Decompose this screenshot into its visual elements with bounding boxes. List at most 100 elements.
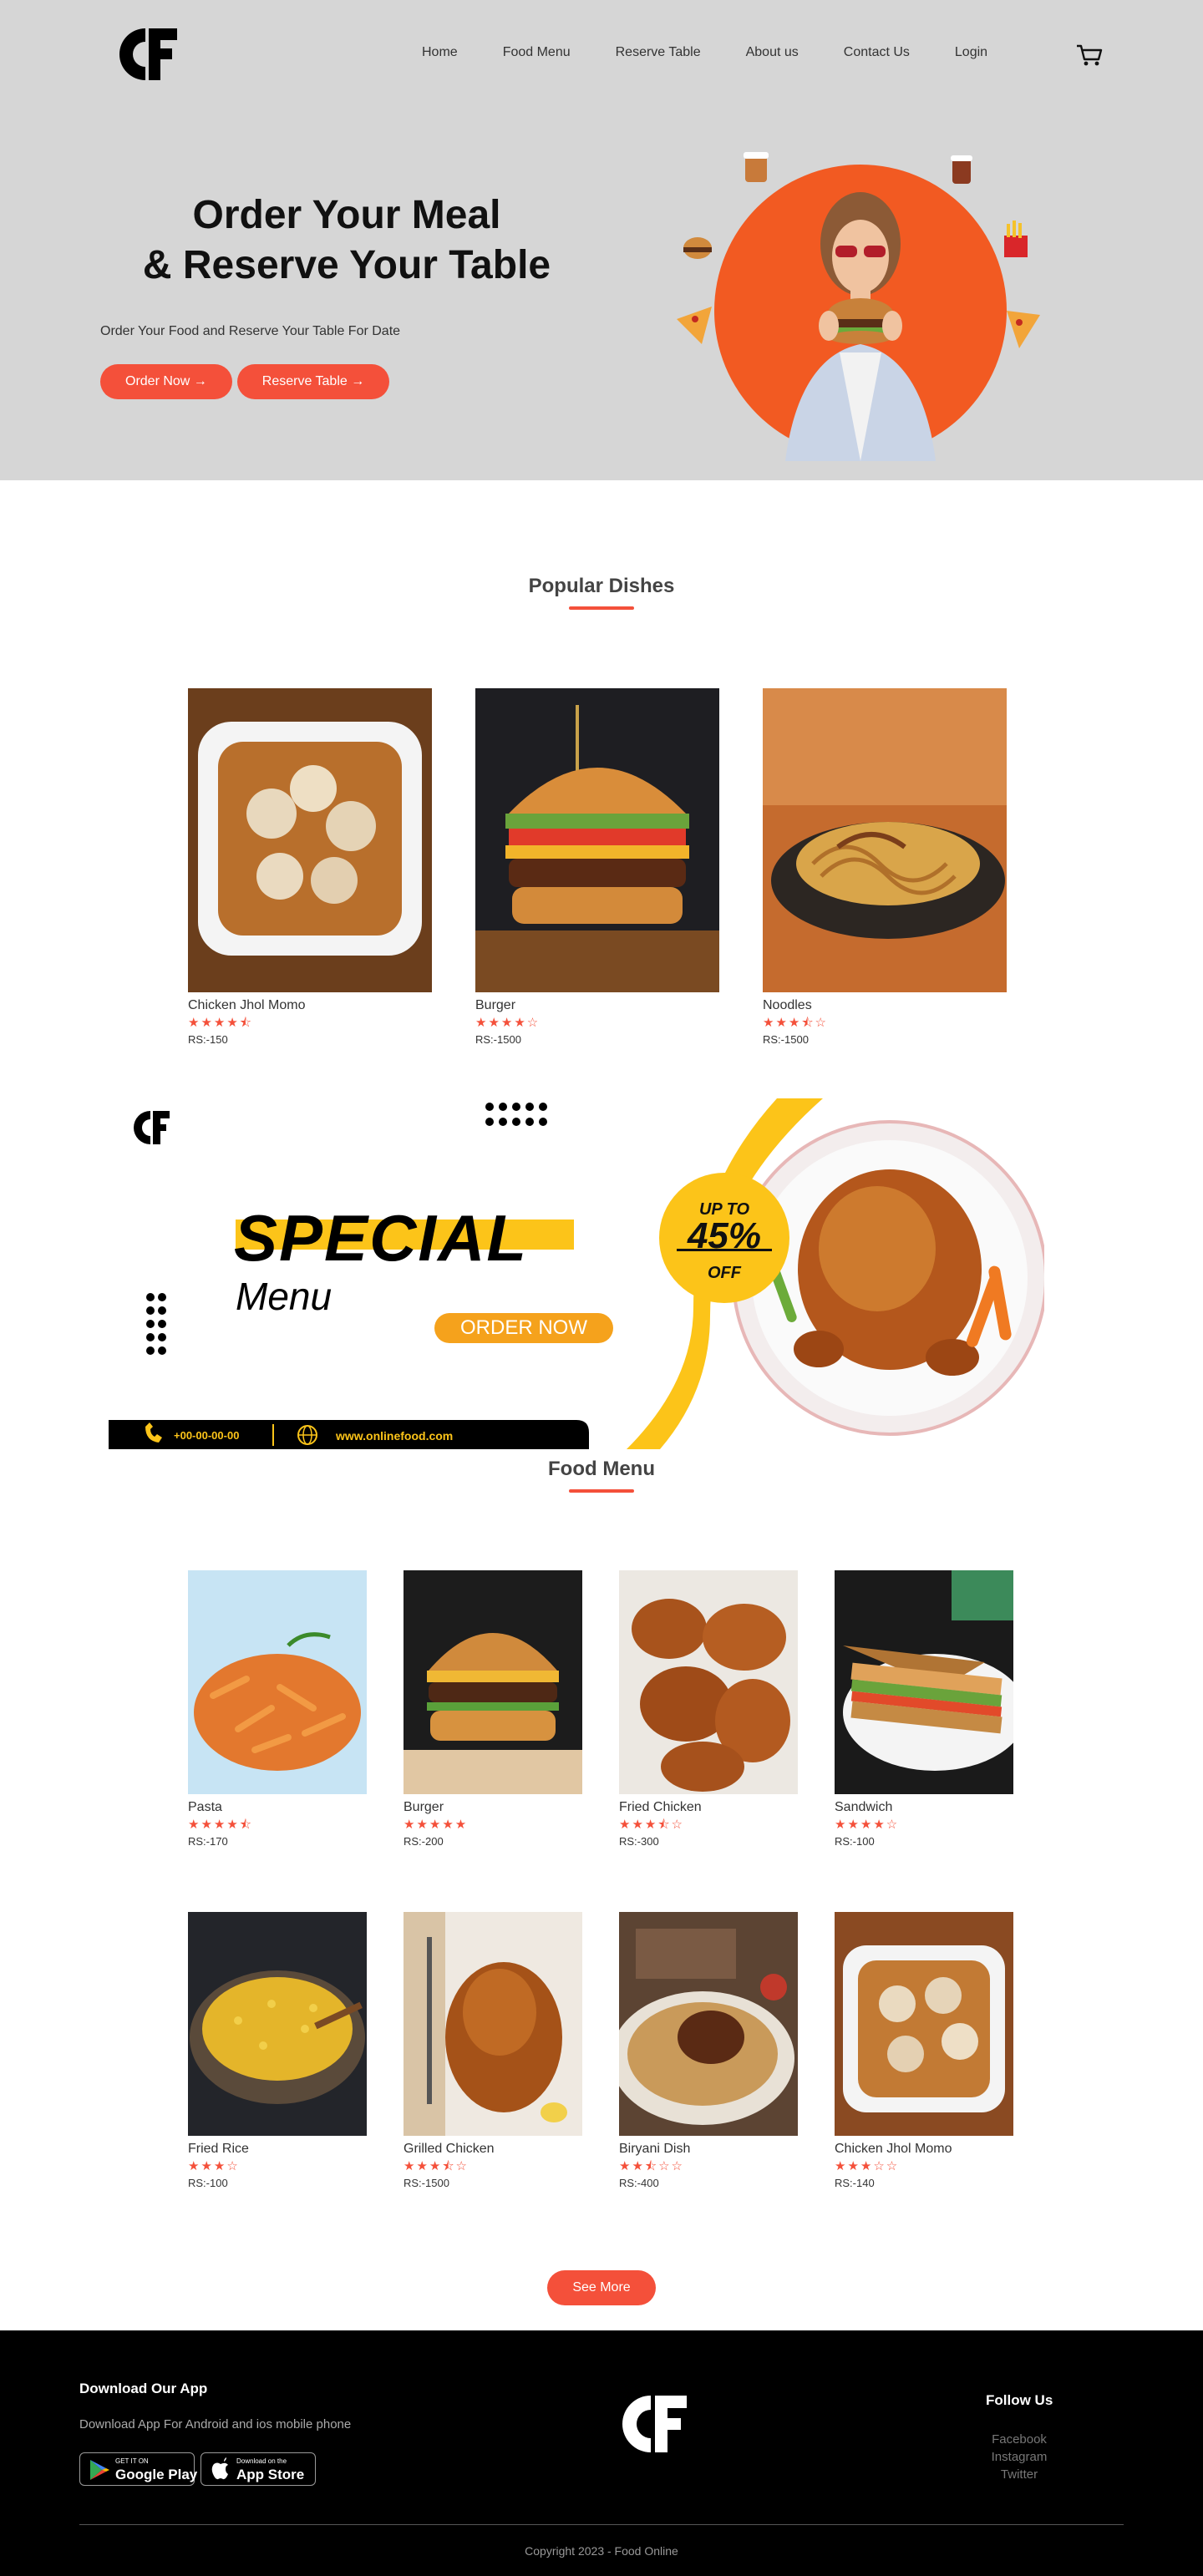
footer-divider: [79, 2524, 1124, 2525]
sandwich-image: [835, 1570, 1027, 1794]
dish-price: RS:-1500: [404, 2177, 449, 2189]
download-app-subtitle: Download App For Android and ios mobile …: [79, 2417, 352, 2431]
footer: Download Our App Download App For Androi…: [0, 2330, 1203, 2576]
footer-logo[interactable]: [620, 2392, 688, 2456]
nav-about-us[interactable]: About us: [746, 45, 799, 60]
logo[interactable]: [117, 25, 179, 84]
title-underline: [569, 606, 634, 610]
download-app-title: Download Our App: [79, 2381, 208, 2396]
app-store-label: App Store: [236, 2467, 305, 2482]
menu-card[interactable]: Chicken Jhol Momo ★★★☆☆ RS:-140: [835, 1912, 1013, 2189]
app-store-small-text: Download on the: [236, 2457, 287, 2465]
dish-name: Sandwich: [835, 1800, 893, 1814]
dish-card[interactable]: Chicken Jhol Momo ★★★★⯪ RS:-150: [188, 688, 432, 1046]
dish-price: RS:-100: [835, 1835, 875, 1848]
cart-icon[interactable]: [1075, 43, 1104, 67]
google-play-label: Google Play: [115, 2467, 198, 2482]
reserve-table-button[interactable]: Reserve Table →: [236, 364, 390, 399]
burger-image: [404, 1570, 582, 1794]
dish-price: RS:-1500: [475, 1033, 521, 1046]
dish-name: Fried Rice: [188, 2142, 249, 2156]
nav-home[interactable]: Home: [422, 45, 458, 60]
rating-stars: ★★★⯪☆: [763, 1016, 828, 1030]
dish-price: RS:-200: [404, 1835, 444, 1848]
order-now-button[interactable]: Order Now →: [100, 364, 232, 399]
navbar: Home Food Menu Reserve Table About us Co…: [0, 0, 1203, 109]
dish-name: Noodles: [763, 998, 812, 1012]
dish-price: RS:-140: [835, 2177, 875, 2189]
website-url[interactable]: www.onlinefood.com: [336, 1429, 453, 1443]
pasta-image: [188, 1570, 367, 1794]
instagram-link[interactable]: Instagram: [952, 2448, 1086, 2466]
special-menu-banner[interactable]: SPECIAL Menu ORDER NOW UP TO 45% OFF +00…: [109, 1098, 1044, 1449]
dish-name: Burger: [404, 1800, 444, 1814]
grilled-chicken-image: [404, 1912, 582, 2136]
dish-name: Chicken Jhol Momo: [835, 2142, 952, 2156]
momo-image: [835, 1912, 1013, 2136]
rating-stars: ★★★★☆: [835, 1818, 900, 1832]
social-links: Facebook Instagram Twitter: [952, 2431, 1086, 2483]
phone-number: +00-00-00-00: [174, 1429, 240, 1442]
nav-login[interactable]: Login: [955, 45, 987, 60]
menu-card[interactable]: Fried Rice ★★★☆ RS:-100: [188, 1912, 367, 2189]
food-menu-header: Food Menu: [0, 1458, 1203, 1493]
special-heading: SPECIAL: [234, 1201, 529, 1275]
facebook-link[interactable]: Facebook: [952, 2431, 1086, 2448]
app-store-button[interactable]: Download on the App Store: [200, 2452, 316, 2486]
twitter-link[interactable]: Twitter: [952, 2466, 1086, 2483]
rating-stars: ★★★⯪☆: [619, 1818, 684, 1832]
rating-stars: ★★★☆☆: [835, 2159, 900, 2173]
dish-price: RS:-1500: [763, 1033, 809, 1046]
title-underline: [569, 1489, 634, 1493]
food-menu-row-2: Fried Rice ★★★☆ RS:-100 Grilled Chicken …: [188, 1912, 1023, 2189]
dish-name: Chicken Jhol Momo: [188, 998, 306, 1012]
see-more-wrap: See More: [0, 2270, 1203, 2305]
hero-section: Home Food Menu Reserve Table About us Co…: [0, 0, 1203, 480]
apple-icon: [211, 2457, 228, 2480]
food-menu-row-1: Pasta ★★★★⯪ RS:-170 Burger ★★★★★ RS:-200…: [188, 1570, 1027, 1848]
dish-price: RS:-400: [619, 2177, 659, 2189]
follow-us-title: Follow Us: [986, 2392, 1053, 2408]
menu-card[interactable]: Pasta ★★★★⯪ RS:-170: [188, 1570, 367, 1848]
special-subheading: Menu: [236, 1275, 332, 1318]
menu-card[interactable]: Biryani Dish ★★⯪☆☆ RS:-400: [611, 1912, 798, 2189]
discount-value: 45%: [687, 1215, 762, 1256]
hero-title: Order Your Meal & Reserve Your Table: [142, 193, 551, 287]
discount-bottom-text: OFF: [708, 1264, 741, 1282]
nav-food-menu[interactable]: Food Menu: [503, 45, 571, 60]
menu-card[interactable]: Burger ★★★★★ RS:-200: [404, 1570, 582, 1848]
hero-subtitle: Order Your Food and Reserve Your Table F…: [100, 324, 401, 338]
menu-card[interactable]: Sandwich ★★★★☆ RS:-100: [835, 1570, 1027, 1848]
hero-woman-burger-image: [677, 152, 1040, 461]
popular-dishes-header: Popular Dishes: [0, 575, 1203, 610]
rating-stars: ★★★⯪☆: [404, 2159, 469, 2173]
google-play-button[interactable]: GET IT ON Google Play: [79, 2452, 198, 2486]
dish-card[interactable]: Burger ★★★★☆ RS:-1500: [475, 688, 719, 1046]
dish-price: RS:-170: [188, 1835, 228, 1848]
menu-card[interactable]: Grilled Chicken ★★★⯪☆ RS:-1500: [404, 1912, 582, 2189]
special-order-now-button[interactable]: ORDER NOW: [434, 1313, 613, 1343]
dish-price: RS:-300: [619, 1835, 659, 1848]
momo-image: [188, 688, 432, 992]
rating-stars: ★★★★⯪: [188, 1016, 253, 1030]
copyright: Copyright 2023 - Food Online: [525, 2544, 678, 2558]
food-menu-title: Food Menu: [548, 1458, 655, 1480]
dish-card[interactable]: Noodles ★★★⯪☆ RS:-1500: [763, 688, 1007, 1046]
dish-name: Fried Chicken: [619, 1800, 702, 1814]
nav-reserve-table[interactable]: Reserve Table: [616, 45, 701, 60]
nav-contact-us[interactable]: Contact Us: [844, 45, 910, 60]
menu-card[interactable]: Fried Chicken ★★★⯪☆ RS:-300: [619, 1570, 798, 1848]
rating-stars: ★★★☆: [188, 2159, 240, 2173]
rating-stars: ★★★★⯪: [188, 1818, 253, 1832]
nav-links: Home Food Menu Reserve Table About us Co…: [422, 45, 1033, 60]
rating-stars: ★★★★☆: [475, 1016, 541, 1030]
google-play-icon: [90, 2460, 109, 2480]
dish-price: RS:-100: [188, 2177, 228, 2189]
dish-name: Biryani Dish: [619, 2142, 691, 2156]
burger-image: [475, 688, 719, 992]
rating-stars: ★★★★★: [404, 1818, 469, 1832]
google-play-small-text: GET IT ON: [115, 2457, 149, 2465]
see-more-button[interactable]: See More: [547, 2270, 656, 2305]
fried-rice-image: [188, 1912, 367, 2136]
rating-stars: ★★⯪☆☆: [619, 2159, 684, 2173]
